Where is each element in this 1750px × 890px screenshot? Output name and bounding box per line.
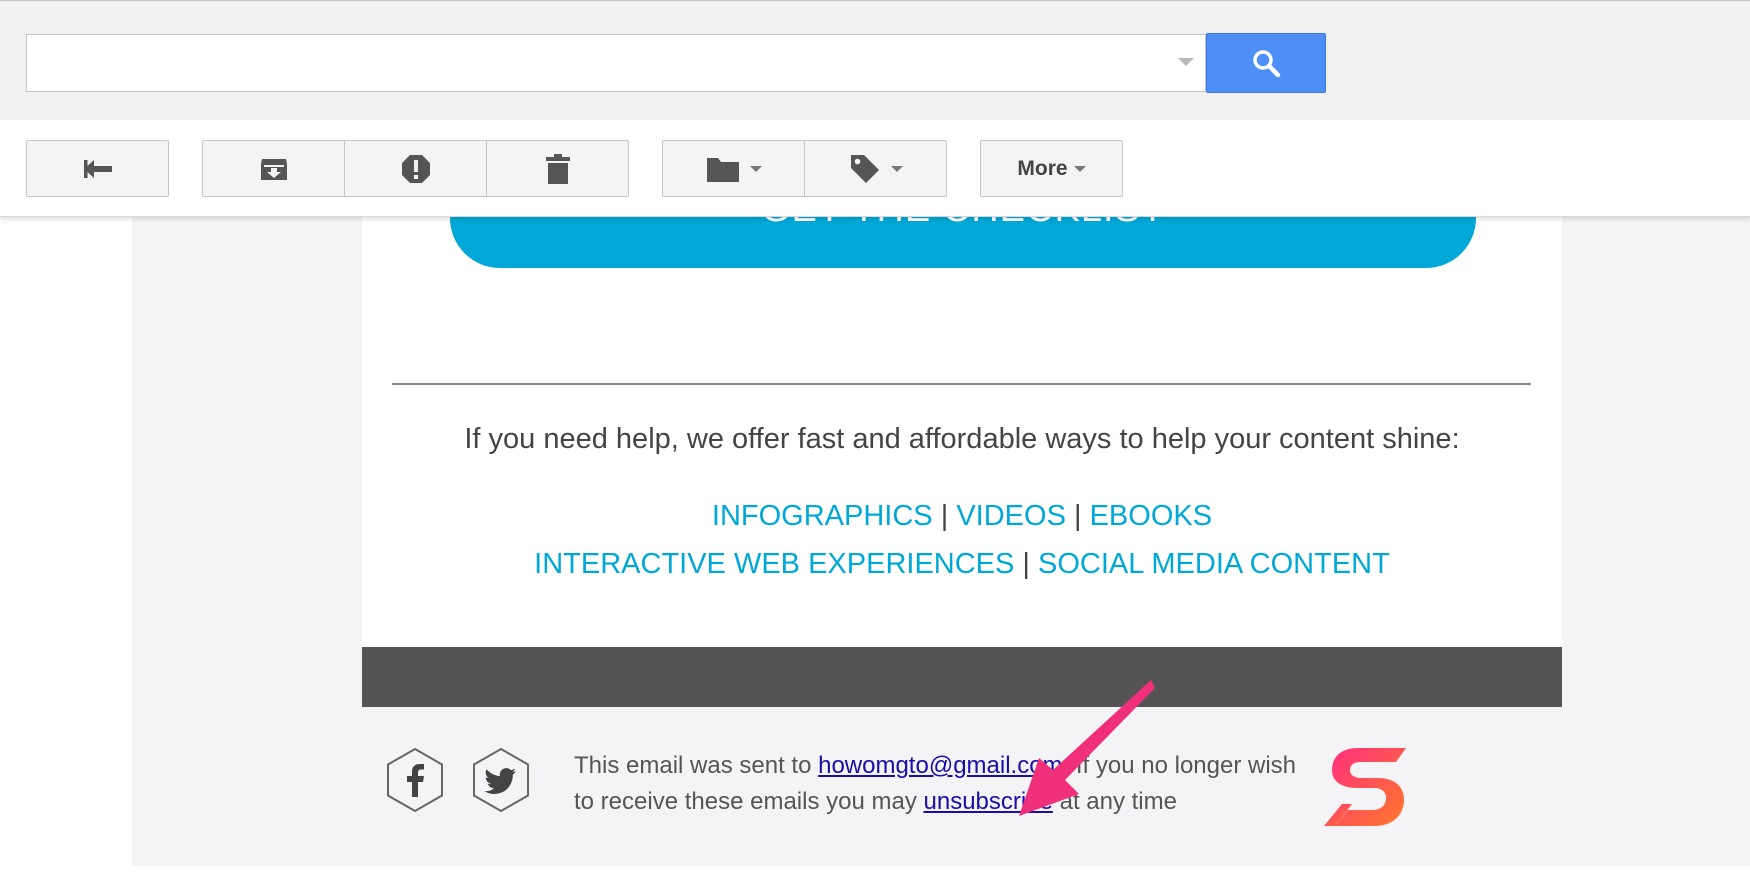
unsubscribe-link[interactable]: unsubscribe xyxy=(924,788,1053,815)
footer-text-part: This email was sent to xyxy=(574,752,819,779)
separator: | xyxy=(940,500,949,532)
search-button[interactable] xyxy=(1206,33,1326,93)
social-media-content-link[interactable]: SOCIAL MEDIA CONTENT xyxy=(1038,548,1390,580)
search-options-dropdown[interactable] xyxy=(1178,58,1194,66)
separator: | xyxy=(1022,548,1030,580)
services-line-2: INTERACTIVE WEB EXPERIENCES | SOCIAL MED… xyxy=(362,548,1562,581)
separator: | xyxy=(1073,500,1082,532)
infographics-link[interactable]: INFOGRAPHICS xyxy=(712,500,933,532)
footer-text-part: at any time xyxy=(1052,788,1177,815)
search-bar xyxy=(0,0,1750,120)
chevron-down-icon xyxy=(749,165,762,172)
labels-button[interactable] xyxy=(804,140,947,197)
delete-button[interactable] xyxy=(486,140,629,197)
report-spam-icon xyxy=(401,154,430,183)
search-icon xyxy=(1253,50,1281,78)
ebooks-link[interactable]: EBOOKS xyxy=(1090,500,1213,532)
facebook-icon[interactable] xyxy=(382,747,448,813)
reply-icon xyxy=(83,159,112,178)
trash-icon xyxy=(545,153,570,184)
chevron-down-icon xyxy=(890,165,903,172)
videos-link[interactable]: VIDEOS xyxy=(956,500,1066,532)
move-to-button[interactable] xyxy=(662,140,805,197)
footer-bar xyxy=(362,647,1562,707)
interactive-web-experiences-link[interactable]: INTERACTIVE WEB EXPERIENCES xyxy=(534,548,1014,580)
brand-logo-icon xyxy=(1324,748,1406,826)
more-button[interactable]: More xyxy=(980,140,1123,197)
archive-button[interactable] xyxy=(202,140,345,197)
chevron-down-icon xyxy=(1073,165,1086,172)
search-input[interactable] xyxy=(26,34,1206,92)
services-line-1: INFOGRAPHICS | VIDEOS | EBOOKS xyxy=(362,500,1562,533)
message-toolbar: More xyxy=(0,120,1750,217)
twitter-icon[interactable] xyxy=(468,747,534,813)
folder-icon xyxy=(706,157,739,182)
archive-icon xyxy=(260,158,287,180)
label-tag-icon xyxy=(850,154,879,183)
email-address-link[interactable]: howomgto@gmail.com xyxy=(818,752,1062,779)
footer-text: This email was sent to howomgto@gmail.co… xyxy=(574,748,1314,820)
report-spam-button[interactable] xyxy=(344,140,487,197)
divider xyxy=(392,383,1531,385)
more-label: More xyxy=(1017,156,1068,180)
help-text: If you need help, we offer fast and affo… xyxy=(464,423,1460,455)
back-button[interactable] xyxy=(26,140,169,197)
